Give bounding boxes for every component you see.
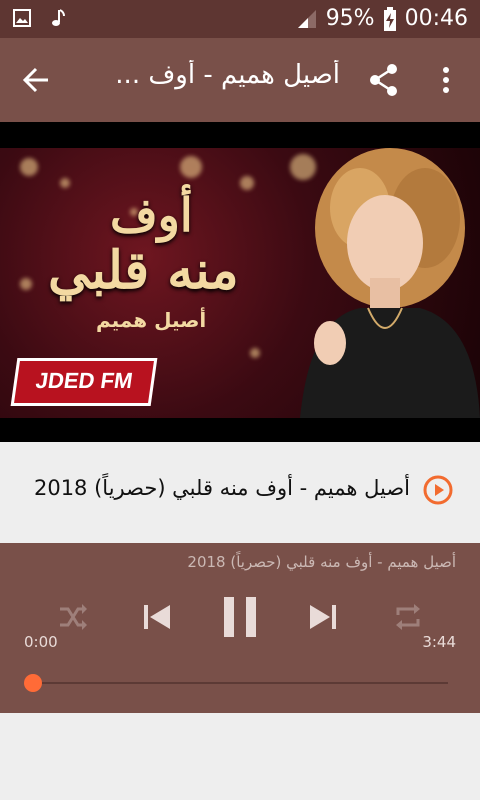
music-notification-icon xyxy=(52,9,65,26)
image-notification-icon xyxy=(13,9,31,27)
signal-icon xyxy=(297,9,316,28)
status-bar: 95% 00:46 xyxy=(0,0,480,38)
share-icon[interactable] xyxy=(368,62,400,98)
elapsed-time: 0:00 xyxy=(24,633,58,651)
empty-area xyxy=(0,713,480,800)
seek-handle[interactable] xyxy=(24,674,42,692)
channel-logo: JDED FM xyxy=(10,358,158,406)
repeat-icon[interactable] xyxy=(392,597,424,637)
video-player[interactable]: أوف منه قلبي أصيل هميم JDED FM xyxy=(0,122,480,442)
previous-track-icon[interactable] xyxy=(140,597,172,637)
song-title: أصيل هميم - أوف منه قلبي (حصرياً) 2018 xyxy=(33,476,410,500)
shuffle-icon[interactable] xyxy=(56,597,88,637)
back-arrow-icon[interactable] xyxy=(18,62,54,98)
now-playing-title: أصيل هميم - أوف منه قلبي (حصرياً) 2018 xyxy=(187,553,456,571)
pause-icon[interactable] xyxy=(220,593,260,641)
thumbnail-artist: أصيل هميم xyxy=(96,308,207,332)
battery-percent: 95% xyxy=(325,6,375,31)
more-options-icon[interactable] xyxy=(436,62,456,98)
app-bar: أصيل هميم - أوف ... xyxy=(0,38,480,122)
battery-charging-icon xyxy=(383,6,396,31)
play-circle-icon[interactable] xyxy=(422,474,454,506)
video-thumbnail[interactable]: أوف منه قلبي أصيل هميم JDED FM xyxy=(0,148,480,418)
page-title: أصيل هميم - أوف ... xyxy=(115,60,340,90)
thumbnail-title-line2: منه قلبي xyxy=(48,240,239,301)
seek-bar[interactable] xyxy=(34,682,448,684)
thumbnail-title-line1: أوف xyxy=(110,188,193,242)
media-player-panel: أصيل هميم - أوف منه قلبي (حصرياً) 2018 0… xyxy=(0,543,480,713)
artist-portrait xyxy=(300,148,480,418)
song-list-item[interactable]: أصيل هميم - أوف منه قلبي (حصرياً) 2018 xyxy=(0,442,480,542)
clock: 00:46 xyxy=(404,6,468,31)
total-duration: 3:44 xyxy=(422,633,456,651)
next-track-icon[interactable] xyxy=(308,597,340,637)
